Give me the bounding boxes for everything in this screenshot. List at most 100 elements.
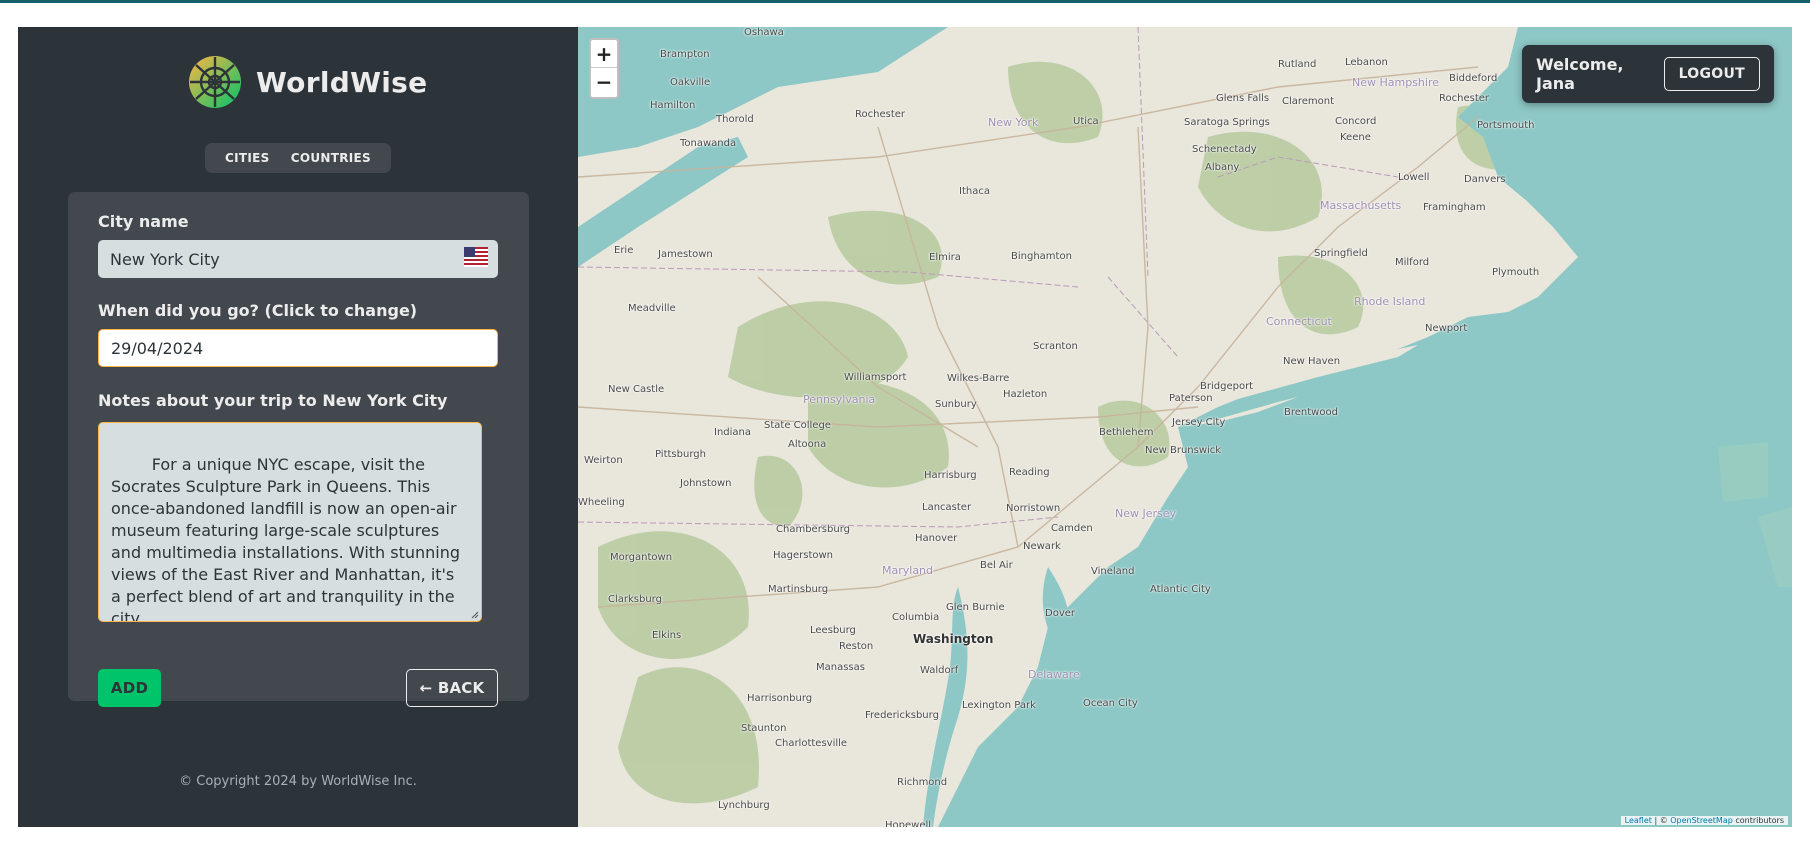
map-place-label: Bridgeport [1200,381,1254,392]
map-place-label: Leesburg [810,625,856,636]
map-place-label: Lexington Park [962,700,1036,711]
logout-button[interactable]: LOGOUT [1663,57,1760,91]
map-place-label: Martinsburg [768,584,829,595]
map-place-label: Lynchburg [718,800,770,811]
map-place-label: Erie [614,245,634,256]
osm-link[interactable]: OpenStreetMap [1670,816,1733,825]
map-place-label: Glen Burnie [946,602,1005,613]
zoom-out-button[interactable]: − [591,68,617,96]
map-place-label: Johnstown [680,478,732,489]
map-place-label: Hazleton [1003,389,1048,400]
map-place-label: Ithaca [959,186,990,197]
map-place-label: Reading [1009,467,1050,478]
map-place-label: Concord [1335,116,1377,127]
sidebar: WorldWise CITIES COUNTRIES City name New… [18,27,578,827]
map-place-label: Framingham [1423,202,1486,213]
app-name: WorldWise [256,65,428,99]
map-place-label: Glens Falls [1216,93,1270,104]
map-place-label: Delaware [1028,668,1080,681]
map-place-label: Maryland [882,564,934,577]
notes-label: Notes about your trip to New York City [98,391,448,410]
map-place-label: Plymouth [1492,267,1540,278]
map-place-label: Staunton [741,723,787,734]
map-place-label: Bethlehem [1099,427,1154,438]
map-place-label: Richmond [897,777,948,788]
zoom-control: + − [589,38,619,99]
map-place-label: Rutland [1278,59,1317,70]
map-place-label: Camden [1051,523,1093,534]
map-place-label: New Haven [1283,356,1341,367]
zoom-in-button[interactable]: + [591,40,617,68]
map-place-label: Vineland [1091,566,1135,577]
map-place-label: Indiana [714,427,752,438]
map-place-label: New Brunswick [1145,445,1222,456]
main-nav: CITIES COUNTRIES [205,143,391,173]
map-place-label: Thorold [716,114,754,125]
map-place-label: Portsmouth [1477,120,1535,131]
back-button[interactable]: ← BACK [406,669,498,707]
map-place-label: Danvers [1464,174,1506,185]
top-accent-line [0,0,1810,3]
nav-cities[interactable]: CITIES [225,151,270,165]
map-place-label: Elmira [929,252,961,263]
map-place-label: Lebanon [1345,57,1388,68]
map-attribution: Leaflet | © OpenStreetMap contributors [1620,816,1788,825]
globe-logo-icon [189,56,241,108]
resize-handle-icon[interactable] [471,611,479,619]
map-place-label: New Hampshire [1352,76,1440,89]
add-button[interactable]: ADD [98,669,161,707]
city-name-input[interactable]: New York City [98,240,498,278]
map-place-label: Brentwood [1284,407,1338,418]
map-place-label: Schenectady [1192,144,1257,155]
map-place-label: New Castle [608,384,665,395]
map-place-label: New Jersey [1115,507,1177,520]
map-place-label: Fredericksburg [865,710,939,721]
map-place-label: Claremont [1282,96,1335,107]
leaflet-link[interactable]: Leaflet [1625,816,1652,825]
map-place-label: Clarksburg [608,594,662,605]
map-place-label: Hamilton [650,100,696,111]
date-input[interactable]: 29/04/2024 [98,329,498,367]
city-name-value: New York City [110,249,220,269]
map-place-label: Weirton [584,455,623,466]
map-place-label: Meadville [628,303,676,314]
map-place-label: Newark [1023,541,1061,552]
map-place-label: Altoona [788,439,827,450]
nav-countries[interactable]: COUNTRIES [291,151,371,165]
map-place-label: Albany [1205,162,1240,173]
map-place-label: Atlantic City [1150,584,1211,595]
map-place-label: Washington [913,632,994,646]
map-place-label: Hanover [915,533,958,544]
map-place-label: Harrisburg [924,470,977,481]
map-place-label: Harrisonburg [747,693,813,704]
user-panel: Welcome, Jana LOGOUT [1522,45,1774,103]
map-place-label: Wheeling [578,497,625,508]
map-place-label: Newport [1425,323,1468,334]
map-place-label: Elkins [652,630,682,641]
map-place-label: Oakville [670,77,711,88]
add-city-form: City name New York City When did you go?… [68,192,529,707]
map-place-label: Jersey City [1172,417,1226,428]
map-place-label: Sunbury [935,399,977,410]
map-place-label: Dover [1045,608,1075,619]
map-place-label: Tonawanda [680,138,737,149]
map-place-label: Reston [839,641,874,652]
us-flag-icon [464,247,488,267]
map[interactable]: + − Oshawa Brampton Oakville Hamilton Thorol… [578,27,1792,827]
date-value: 29/04/2024 [111,338,204,358]
notes-textarea[interactable]: For a unique NYC escape, visit the Socra… [98,422,482,622]
map-place-label: Lowell [1398,172,1430,183]
map-place-label: Hopewell [885,820,932,827]
map-place-label: Saratoga Springs [1184,117,1270,128]
map-place-label: Norristown [1006,503,1061,514]
map-place-label: Morgantown [610,552,673,563]
map-place-label: Brampton [660,49,710,60]
map-place-label: Oshawa [744,27,784,38]
map-place-label: Bel Air [980,560,1013,571]
map-place-label: Chambersburg [776,524,850,535]
map-place-label: Jamestown [658,249,713,260]
map-place-label: Paterson [1169,393,1213,404]
map-place-label: Waldorf [920,665,959,676]
logo[interactable]: WorldWise [188,55,427,109]
map-place-label: Milford [1395,257,1430,268]
